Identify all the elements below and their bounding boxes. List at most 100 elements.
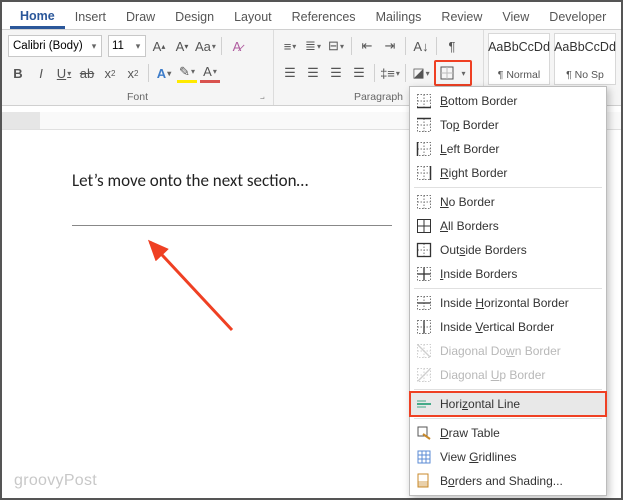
horizontal-line-in-doc [72,225,392,226]
menu-label: Outside Borders [440,243,527,257]
menu-inside[interactable]: Inside Borders [410,262,606,286]
diag-up-icon [416,367,432,383]
tab-view[interactable]: View [492,5,539,29]
decrease-font-icon[interactable]: A▾ [172,36,192,56]
change-case-icon[interactable]: Aa▾ [195,36,216,56]
menu-gridlines[interactable]: View Gridlines [410,445,606,469]
strike-button[interactable]: ab [77,63,97,83]
top-icon [416,117,432,133]
tab-developer[interactable]: Developer [539,5,616,29]
annotation-arrow [132,230,252,350]
font-name-combo[interactable]: ▾ [8,35,102,57]
left-icon [416,141,432,157]
borders-dropdown-menu: Bottom Border Top Border Left Border Right … [409,86,607,496]
menu-label: View Gridlines [440,450,517,464]
menu-diag-down: Diagonal Down Border [410,339,606,363]
align-left-icon[interactable]: ☰ [280,63,300,83]
style-0[interactable]: AaBbCcDd¶ Normal [488,33,550,85]
superscript-button[interactable]: x2 [123,63,143,83]
menu-label: Inside Horizontal Border [440,296,569,310]
justify-icon[interactable]: ☰ [349,63,369,83]
watermark-text: groovyPost [14,472,97,490]
shading-icon [416,473,432,489]
font-size-combo[interactable]: ▾ [108,35,146,57]
bottom-icon [416,93,432,109]
all-icon [416,218,432,234]
menu-label: Borders and Shading... [440,474,563,488]
borders-icon[interactable] [437,63,457,83]
chevron-down-icon[interactable]: ▾ [131,41,145,52]
menu-label: Right Border [440,166,507,180]
italic-button[interactable]: I [31,63,51,83]
shading-icon[interactable]: ◪▾ [411,63,431,83]
bold-button[interactable]: B [8,63,28,83]
inside-icon [416,266,432,282]
tab-home[interactable]: Home [10,4,65,29]
menu-none[interactable]: No Border [410,190,606,214]
multilevel-icon[interactable]: ⊟▾ [326,36,346,56]
menu-bottom[interactable]: Bottom Border [410,89,606,113]
gridlines-icon [416,449,432,465]
tab-layout[interactable]: Layout [224,5,282,29]
clear-format-icon[interactable]: A̷ [227,36,247,56]
tab-references[interactable]: References [282,5,366,29]
underline-button[interactable]: U▾ [54,63,74,83]
menu-draw-table[interactable]: Draw Table [410,421,606,445]
menu-label: Top Border [440,118,499,132]
style-1[interactable]: AaBbCcDd¶ No Sp [554,33,616,85]
align-right-icon[interactable]: ☰ [326,63,346,83]
menu-label: Diagonal Up Border [440,368,545,382]
text-effects-icon[interactable]: A▾ [154,63,174,83]
font-size-input[interactable] [109,40,131,52]
draw-table-icon [416,425,432,441]
tab-design[interactable]: Design [165,5,224,29]
tab-review[interactable]: Review [431,5,492,29]
menu-right[interactable]: Right Border [410,161,606,185]
menu-shading[interactable]: Borders and Shading... [410,469,606,493]
menu-label: Inside Vertical Border [440,320,554,334]
numbering-icon[interactable]: ≣▾ [303,36,323,56]
menu-label: All Borders [440,219,499,233]
bullets-icon[interactable]: ≡▾ [280,36,300,56]
menu-label: Inside Borders [440,267,517,281]
tab-insert[interactable]: Insert [65,5,116,29]
menu-outside[interactable]: Outside Borders [410,238,606,262]
menu-label: Left Border [440,142,499,156]
font-color-icon[interactable]: A▾ [200,63,220,83]
menu-hline[interactable]: Horizontal Line [410,392,606,416]
highlight-icon[interactable]: ✎▾ [177,63,197,83]
font-group: ▾ ▾ A▴ A▾ Aa▾ A̷ B I U▾ ab x2 x2 [2,30,274,105]
diag-down-icon [416,343,432,359]
menu-top[interactable]: Top Border [410,113,606,137]
tab-draw[interactable]: Draw [116,5,165,29]
decrease-indent-icon[interactable]: ⇤ [357,36,377,56]
borders-split-button[interactable]: ▾ [434,60,472,86]
right-icon [416,165,432,181]
menu-label: Draw Table [440,426,500,440]
show-marks-icon[interactable]: ¶ [442,36,462,56]
none-icon [416,194,432,210]
align-center-icon[interactable]: ☰ [303,63,323,83]
chevron-down-icon[interactable]: ▾ [87,41,101,52]
increase-font-icon[interactable]: A▴ [149,36,169,56]
borders-dropdown-arrow[interactable]: ▾ [457,63,469,83]
font-group-label: Font [8,91,267,105]
tab-help[interactable]: Help [616,5,623,29]
menu-left[interactable]: Left Border [410,137,606,161]
increase-indent-icon[interactable]: ⇥ [380,36,400,56]
menu-label: Horizontal Line [440,397,520,411]
subscript-button[interactable]: x2 [100,63,120,83]
font-name-input[interactable] [9,40,87,52]
menu-inside-v[interactable]: Inside Vertical Border [410,315,606,339]
inside-v-icon [416,319,432,335]
hline-icon [416,396,432,412]
menu-all[interactable]: All Borders [410,214,606,238]
line-spacing-icon[interactable]: ‡≡▾ [380,63,400,83]
tab-mailings[interactable]: Mailings [366,5,432,29]
sort-icon[interactable]: A↓ [411,36,431,56]
menu-label: Bottom Border [440,94,517,108]
inside-h-icon [416,295,432,311]
menu-inside-h[interactable]: Inside Horizontal Border [410,291,606,315]
outside-icon [416,242,432,258]
menu-diag-up: Diagonal Up Border [410,363,606,387]
